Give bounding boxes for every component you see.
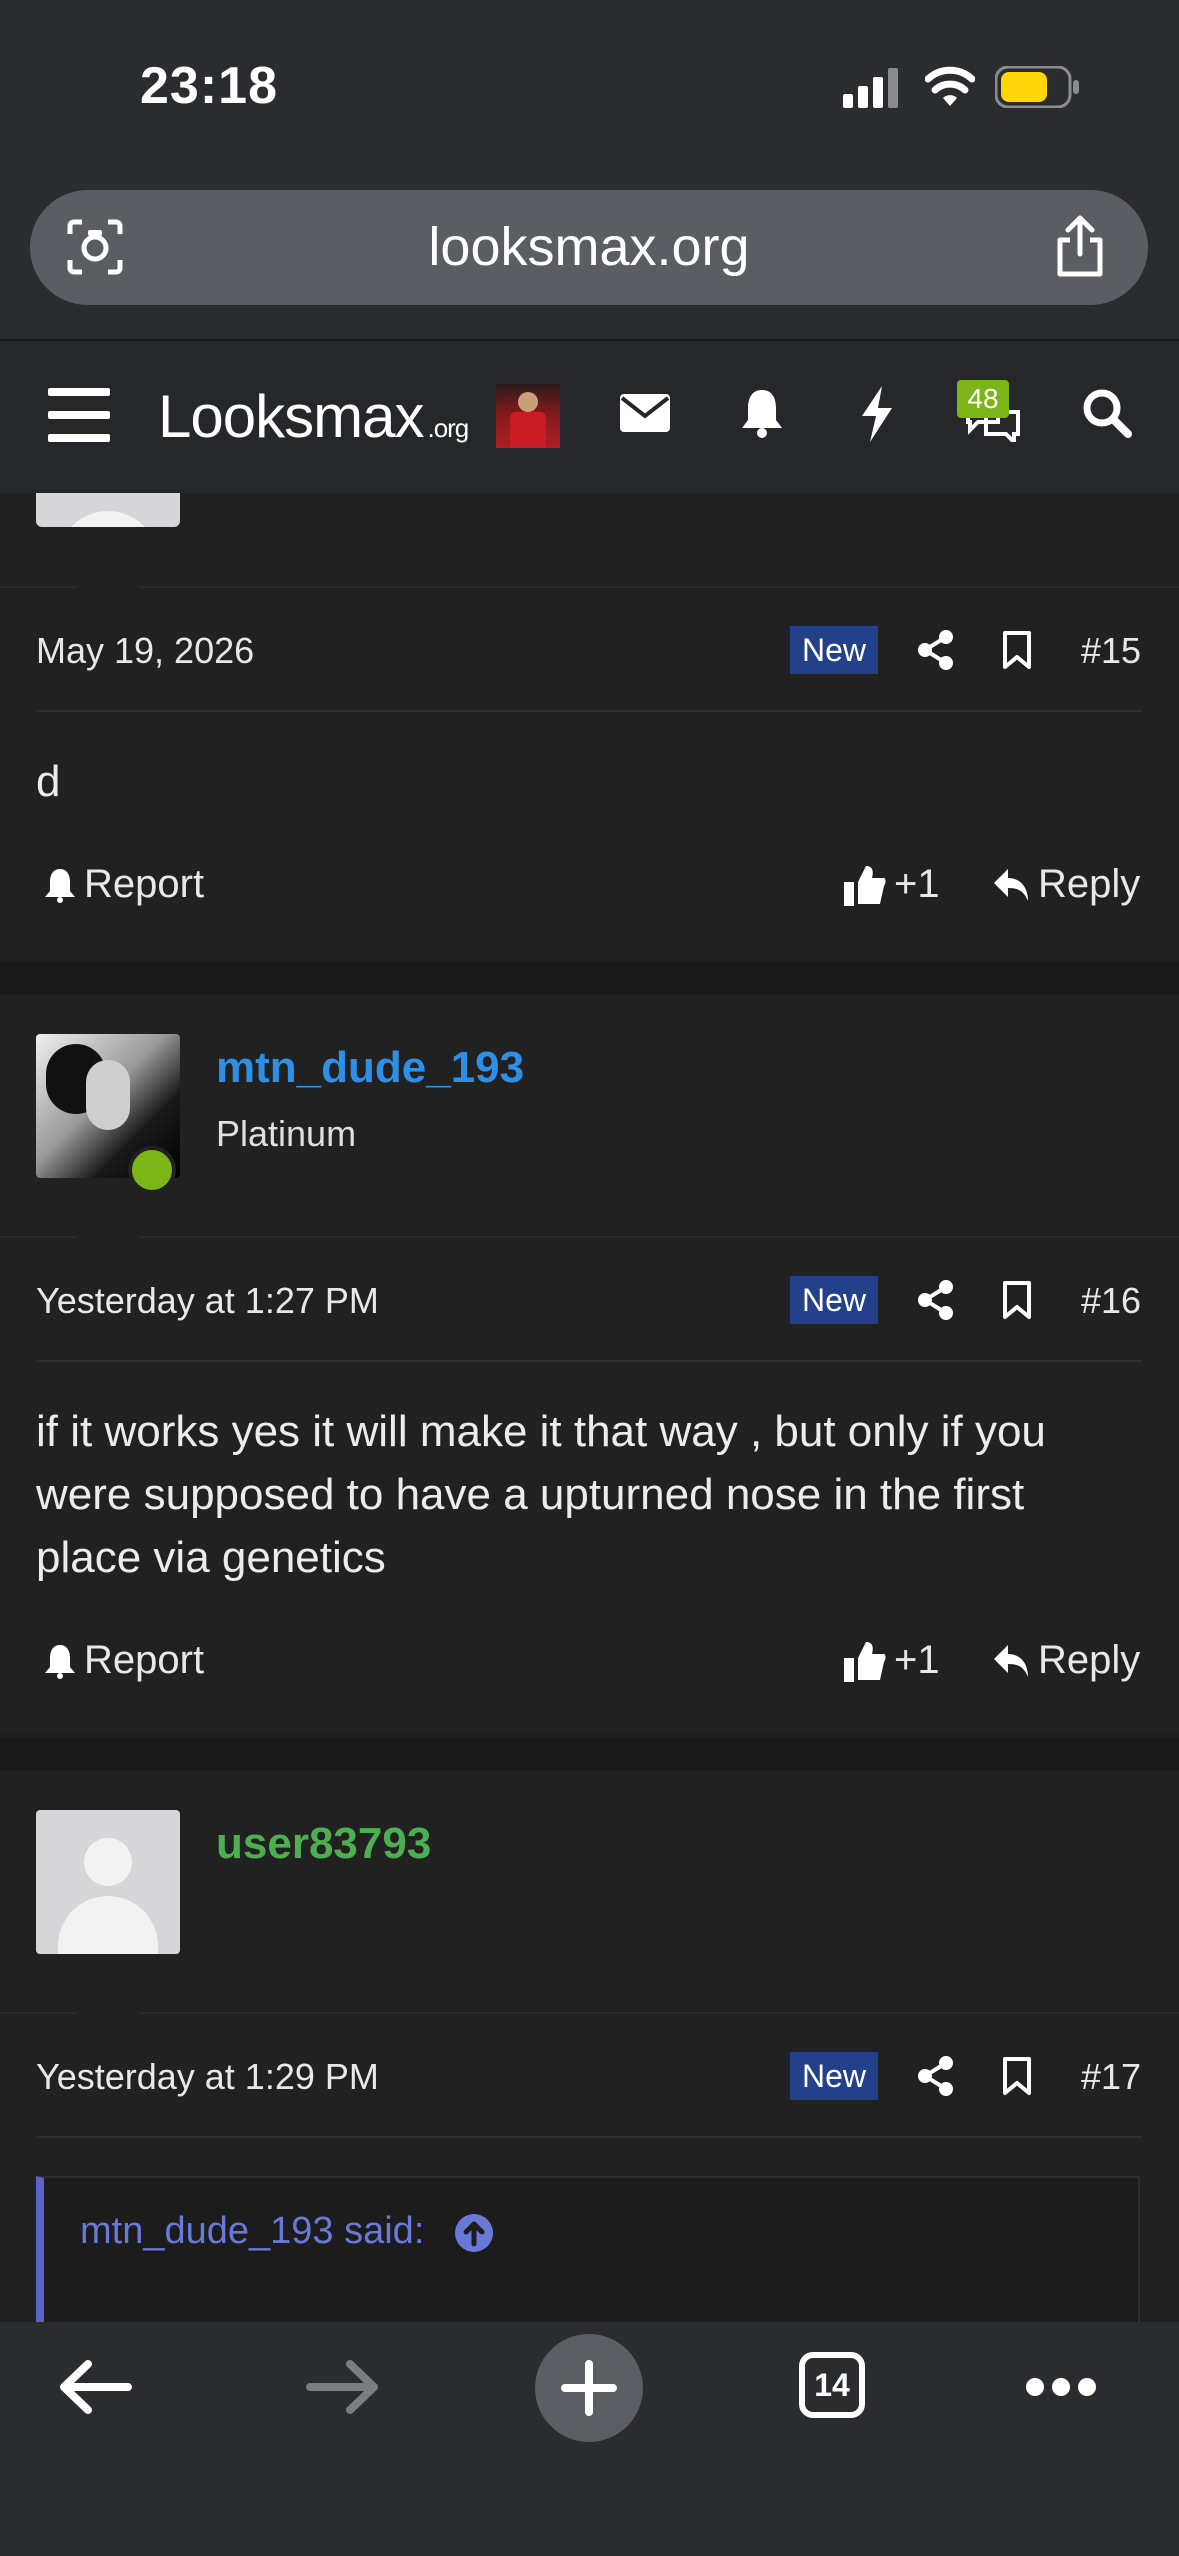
bookmark-icon[interactable]	[1002, 630, 1032, 670]
report-button[interactable]: Report	[44, 1638, 204, 1683]
quote-author[interactable]: mtn_dude_193 said:	[80, 2210, 424, 2253]
user-avatar-thumbnail[interactable]	[496, 384, 560, 448]
reply-arrow-icon	[994, 1644, 1028, 1677]
back-arrow-icon[interactable]	[58, 2358, 132, 2416]
lightning-icon[interactable]	[860, 386, 894, 442]
divider	[0, 586, 1179, 588]
chat-count-badge: 48	[957, 380, 1009, 418]
post-number[interactable]: #17	[1081, 2056, 1141, 2098]
status-time: 23:18	[140, 57, 278, 115]
plus-icon	[561, 2360, 617, 2416]
bell-icon	[45, 868, 75, 903]
bell-icon	[45, 1644, 75, 1679]
user-title: Platinum	[216, 1113, 357, 1154]
report-button[interactable]: Report	[44, 862, 204, 907]
divider	[36, 710, 1142, 712]
post-number[interactable]: #16	[1081, 1280, 1141, 1322]
share-nodes-icon[interactable]	[918, 2056, 954, 2096]
logo-suffix: .org	[427, 413, 469, 443]
arrow-notch	[76, 1206, 140, 1238]
arrow-notch	[76, 1982, 140, 2014]
post-separator	[0, 962, 1179, 994]
username[interactable]: mtn_dude_193	[216, 1043, 524, 1093]
bookmark-icon[interactable]	[1002, 2056, 1032, 2096]
share-nodes-icon[interactable]	[918, 1280, 954, 1320]
quote-block	[36, 2176, 1140, 2336]
envelope-icon[interactable]	[620, 394, 670, 432]
share-nodes-icon[interactable]	[918, 630, 954, 670]
jump-to-quote-icon[interactable]	[455, 2214, 493, 2252]
post-body: if it works yes it will make it that way…	[36, 1407, 1046, 1582]
post-date[interactable]: Yesterday at 1:29 PM	[36, 2056, 379, 2098]
username[interactable]: user83793	[216, 1819, 431, 1869]
post-number[interactable]: #15	[1081, 630, 1141, 672]
reply-button[interactable]: Reply	[992, 862, 1140, 907]
signal-icon	[843, 68, 898, 108]
avatar[interactable]	[36, 1810, 180, 1954]
post-separator	[0, 1738, 1179, 1770]
reply-label: Reply	[1038, 862, 1141, 906]
bell-icon[interactable]	[740, 388, 784, 438]
divider	[36, 2136, 1142, 2138]
reaction-count: +1	[894, 1638, 940, 1682]
reply-button[interactable]: Reply	[992, 1638, 1140, 1683]
avatar-partial	[36, 493, 180, 527]
address-bar[interactable]: looksmax.org	[30, 190, 1148, 305]
post-body: d	[36, 757, 61, 806]
new-badge: New	[790, 1276, 878, 1324]
report-label: Report	[84, 1638, 205, 1682]
camera-search-icon[interactable]	[66, 218, 124, 276]
battery-icon	[995, 66, 1079, 108]
divider	[36, 1360, 1142, 1362]
hamburger-menu-icon[interactable]	[48, 388, 110, 442]
online-status-dot	[128, 1146, 176, 1194]
divider	[0, 2012, 1179, 2014]
new-badge: New	[790, 626, 878, 674]
more-dots-icon[interactable]	[1024, 2374, 1098, 2400]
arrow-notch	[76, 556, 140, 588]
search-icon[interactable]	[1082, 388, 1132, 438]
post-date[interactable]: Yesterday at 1:27 PM	[36, 1280, 379, 1322]
bookmark-icon[interactable]	[1002, 1280, 1032, 1320]
wifi-icon	[925, 66, 975, 106]
forward-arrow-icon[interactable]	[306, 2358, 380, 2416]
tabs-button[interactable]: 14	[799, 2352, 865, 2418]
reply-arrow-icon	[994, 868, 1028, 901]
report-label: Report	[84, 862, 205, 906]
reply-label: Reply	[1038, 1638, 1141, 1682]
site-logo[interactable]: Looksmax .org	[158, 382, 469, 451]
url-text: looksmax.org	[428, 217, 750, 277]
post-date[interactable]: May 19, 2026	[36, 630, 254, 672]
thumbs-up-icon	[844, 865, 886, 906]
like-button[interactable]: +1	[844, 862, 940, 907]
new-badge: New	[790, 2052, 878, 2100]
like-button[interactable]: +1	[844, 1638, 940, 1683]
logo-text: Looksmax	[158, 383, 424, 450]
reaction-count: +1	[894, 862, 940, 906]
share-icon[interactable]	[1052, 214, 1108, 280]
thumbs-up-icon	[844, 1641, 886, 1682]
divider	[0, 1236, 1179, 1238]
